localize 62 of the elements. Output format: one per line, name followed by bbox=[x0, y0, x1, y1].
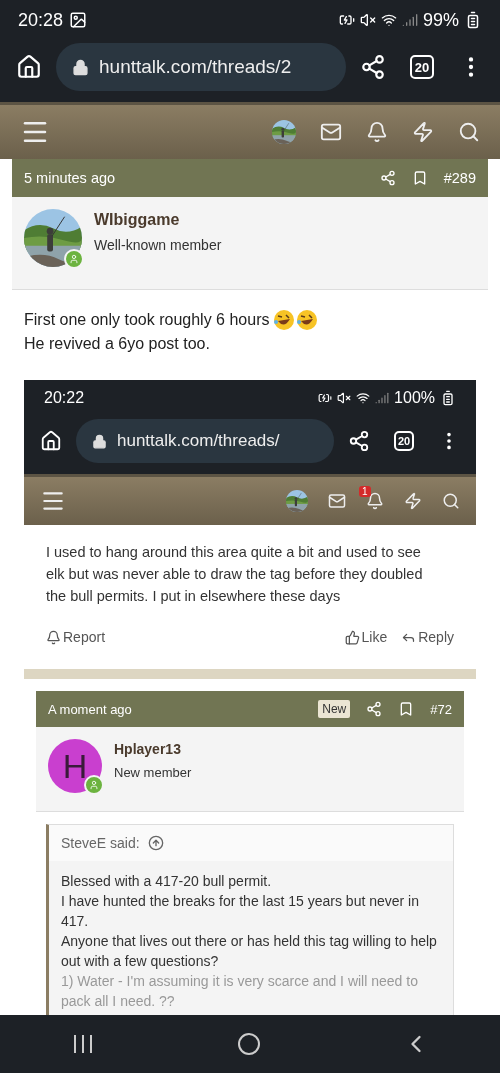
username[interactable]: WIbiggame bbox=[94, 211, 222, 229]
post-time: 5 minutes ago bbox=[24, 170, 116, 186]
battery-icon bbox=[440, 390, 456, 406]
mail-icon[interactable] bbox=[320, 121, 342, 143]
wifi-icon bbox=[380, 12, 397, 28]
user-role: New member bbox=[114, 765, 192, 780]
lightning-icon[interactable] bbox=[404, 492, 422, 510]
quote-text: 1) Water - I'm assuming it is very scarce and I will need to pack all I need. ?? bbox=[60, 972, 419, 1011]
post-text: I used to hang around this area quite a bit and used to see elk but was never able to draw the tag before they doubled the bull permits. I put in elsewhere these days bbox=[46, 543, 424, 606]
laughing-emoji-icon bbox=[273, 309, 296, 331]
bell-icon[interactable] bbox=[366, 121, 388, 143]
post-number[interactable]: #289 bbox=[443, 170, 476, 186]
battery-saver-icon bbox=[338, 12, 355, 28]
avatar: H bbox=[48, 739, 102, 793]
status-time: 20:22 bbox=[44, 389, 85, 407]
signal-icon bbox=[375, 391, 390, 405]
tabs-button[interactable]: 20 bbox=[394, 431, 414, 451]
battery-percent: 100% bbox=[394, 389, 435, 407]
username[interactable]: Hplayer13 bbox=[114, 741, 192, 757]
signal-icon bbox=[401, 12, 418, 28]
share-icon[interactable] bbox=[348, 430, 370, 452]
home-icon[interactable] bbox=[16, 54, 42, 80]
lock-icon bbox=[92, 433, 107, 449]
quote-text: Blessed with a 417-20 bull permit. bbox=[60, 872, 273, 891]
quote-text: I have hunted the breaks for the last 15 years but never in 417. bbox=[60, 892, 420, 931]
image-icon bbox=[69, 11, 88, 29]
bell-icon[interactable] bbox=[366, 492, 384, 510]
notification-badge: 1 bbox=[359, 486, 371, 497]
lock-icon bbox=[72, 58, 89, 76]
mail-icon[interactable] bbox=[328, 492, 346, 510]
home-icon[interactable] bbox=[40, 430, 62, 452]
report-link[interactable]: Report bbox=[46, 629, 106, 645]
quote-author: SteveE said: bbox=[61, 835, 140, 851]
post-text: First one only took roughly 6 hours bbox=[24, 310, 270, 330]
quote-text: Anyone that lives out there or has held this tag willing to help out with a few questions? bbox=[60, 932, 438, 971]
thumbs-up-icon bbox=[344, 629, 360, 645]
post-text: He revived a 6yo post too. bbox=[24, 334, 210, 354]
reply-link[interactable]: Reply bbox=[401, 629, 454, 645]
new-badge: New bbox=[318, 700, 351, 718]
status-time: 20:28 bbox=[18, 9, 64, 31]
share-icon[interactable] bbox=[360, 54, 386, 80]
bell-icon bbox=[46, 629, 61, 645]
tabs-button[interactable]: 20 bbox=[410, 55, 434, 79]
battery-percent: 99% bbox=[422, 9, 459, 31]
user-role: Well-known member bbox=[94, 237, 222, 253]
jump-up-icon[interactable] bbox=[147, 835, 164, 851]
mute-icon bbox=[337, 391, 352, 405]
wifi-icon bbox=[356, 391, 371, 405]
address-bar[interactable]: hunttalk.com/threads/ bbox=[76, 419, 334, 463]
laughing-emoji-icon bbox=[296, 309, 319, 331]
battery-saver-icon bbox=[318, 391, 333, 405]
online-icon bbox=[84, 775, 104, 795]
post-time: A moment ago bbox=[48, 701, 132, 717]
lightning-icon[interactable] bbox=[412, 121, 434, 143]
mute-icon bbox=[359, 12, 376, 28]
circle-icon bbox=[237, 1032, 261, 1056]
online-icon bbox=[64, 249, 84, 269]
like-link[interactable]: Like bbox=[344, 629, 388, 645]
search-icon[interactable] bbox=[458, 121, 480, 143]
post-number[interactable]: #72 bbox=[430, 701, 452, 717]
address-bar[interactable]: hunttalk.com/threads/2 bbox=[56, 43, 346, 91]
search-icon[interactable] bbox=[442, 492, 460, 510]
